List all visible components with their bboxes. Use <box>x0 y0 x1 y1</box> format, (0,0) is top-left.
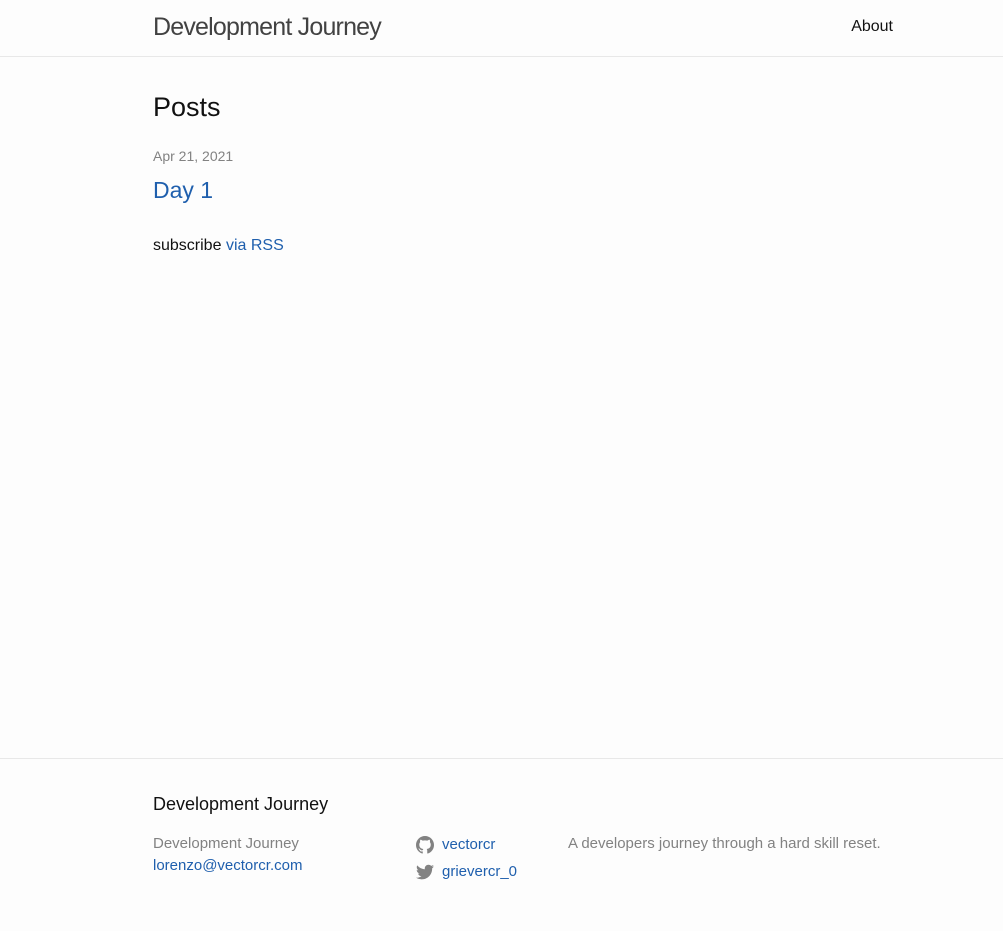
rss-prefix: subscribe <box>153 237 222 254</box>
twitter-username: grievercr_0 <box>442 863 518 880</box>
rss-subscribe: subscribe via RSS <box>153 236 284 256</box>
footer-email-link[interactable]: lorenzo@vectorcr.com <box>153 855 302 877</box>
site-footer: Development Journey Development Journey … <box>0 758 1003 931</box>
footer-site-name: Development Journey <box>153 835 299 852</box>
twitter-link[interactable]: grievercr_0 <box>416 858 517 885</box>
page-title: Posts <box>153 92 221 122</box>
social-links: vectorcr grievercr_0 <box>416 831 517 885</box>
nav-link-about[interactable]: About <box>851 17 893 37</box>
github-link[interactable]: vectorcr <box>416 831 495 858</box>
list-item: Apr 21, 2021 Day 1 <box>153 148 233 204</box>
github-icon <box>416 835 434 854</box>
site-title-link[interactable]: Development Journey <box>153 11 382 43</box>
footer-contact: Development Journey lorenzo@vectorcr.com <box>153 833 302 877</box>
social-item-twitter: grievercr_0 <box>416 858 517 885</box>
footer-description: A developers journey through a hard skil… <box>568 835 881 852</box>
site-header: Development Journey About <box>0 0 1003 57</box>
github-username: vectorcr <box>442 836 496 853</box>
post-title-link[interactable]: Day 1 <box>153 176 233 204</box>
social-item-github: vectorcr <box>416 831 517 858</box>
rss-link[interactable]: via RSS <box>226 237 284 254</box>
post-list: Apr 21, 2021 Day 1 <box>153 148 233 204</box>
footer-heading: Development Journey <box>153 794 329 814</box>
post-date: Apr 21, 2021 <box>153 148 234 164</box>
twitter-icon <box>416 863 434 881</box>
